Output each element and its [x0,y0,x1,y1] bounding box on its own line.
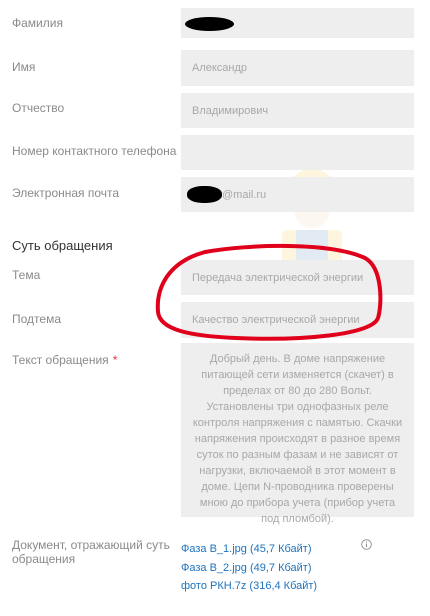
attachment-link[interactable]: Фаза В_2.jpg (49,7 Кбайт) [181,562,312,574]
section-title: Суть обращения [12,238,113,253]
attachment-link[interactable]: Фаза В_1.jpg (45,7 Кбайт) [181,543,312,555]
attachment-link[interactable]: фото РКН.7z (316,4 Кбайт) [181,580,317,592]
surname-label: Фамилия [12,16,63,30]
topic-label: Тема [12,268,41,282]
redaction-mark [187,186,222,203]
patronymic-field[interactable]: Владимирович [181,93,414,128]
info-icon[interactable] [361,539,372,550]
attachments-label-line2: обращения [12,552,76,566]
message-textarea[interactable]: Добрый день. В доме напряжение питающей … [181,343,414,525]
topic-select[interactable]: Передача электрической энергии [181,260,414,295]
redaction-mark [185,17,234,31]
phone-field[interactable] [181,135,414,170]
patronymic-value: Владимирович [192,104,269,117]
message-label: Текст обращения * [12,353,117,367]
email-value-suffix: @mail.ru [222,188,267,201]
email-label: Электронная почта [12,186,120,200]
name-field[interactable]: Александр [181,50,414,86]
attachments-label: Документ, отражающий суть обращения [12,538,170,566]
subtopic-label: Подтема [12,312,61,326]
required-mark: * [112,353,118,367]
message-label-text: Текст обращения [12,353,109,367]
topic-value: Передача электрической энергии [192,271,364,284]
subtopic-select[interactable]: Качество электрической энергии [181,302,414,338]
name-value: Александр [192,62,248,74]
attachments-label-line1: Документ, отражающий суть [12,538,170,552]
patronymic-label: Отчество [12,101,65,115]
subtopic-value: Качество электрической энергии [192,314,360,326]
phone-label: Номер контактного телефона [12,144,177,158]
name-label: Имя [12,60,36,74]
